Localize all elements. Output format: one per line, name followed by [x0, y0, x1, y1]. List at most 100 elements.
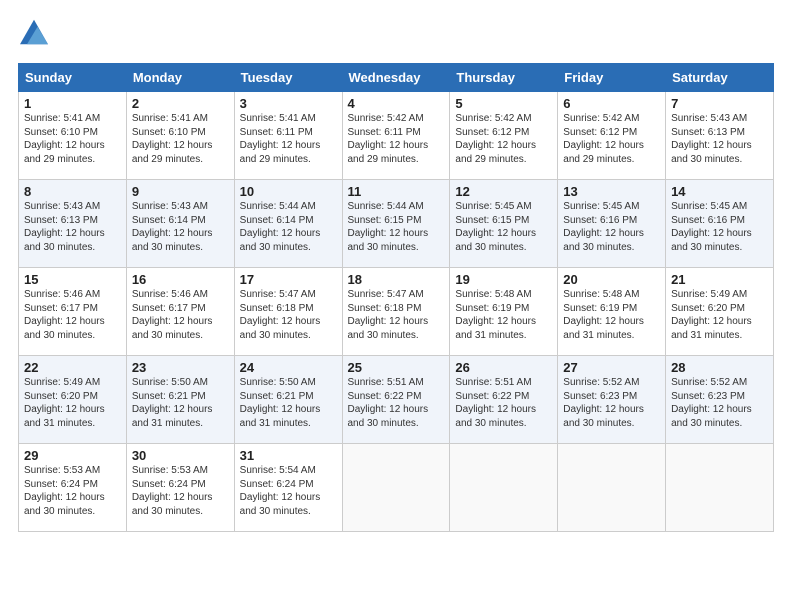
header [18, 18, 774, 51]
table-row: 3Sunrise: 5:41 AMSunset: 6:11 PMDaylight… [234, 92, 342, 180]
table-row: 25Sunrise: 5:51 AMSunset: 6:22 PMDayligh… [342, 356, 450, 444]
day-info: Sunrise: 5:45 AMSunset: 6:15 PMDaylight:… [455, 200, 552, 254]
table-row: 23Sunrise: 5:50 AMSunset: 6:21 PMDayligh… [126, 356, 234, 444]
day-number: 8 [24, 184, 121, 199]
day-info: Sunrise: 5:48 AMSunset: 6:19 PMDaylight:… [455, 288, 552, 342]
table-row: 27Sunrise: 5:52 AMSunset: 6:23 PMDayligh… [558, 356, 666, 444]
day-number: 12 [455, 184, 552, 199]
day-number: 30 [132, 448, 229, 463]
col-friday: Friday [558, 64, 666, 92]
day-number: 26 [455, 360, 552, 375]
day-info: Sunrise: 5:52 AMSunset: 6:23 PMDaylight:… [563, 376, 660, 430]
table-row: 8Sunrise: 5:43 AMSunset: 6:13 PMDaylight… [19, 180, 127, 268]
day-info: Sunrise: 5:47 AMSunset: 6:18 PMDaylight:… [240, 288, 337, 342]
day-info: Sunrise: 5:45 AMSunset: 6:16 PMDaylight:… [671, 200, 768, 254]
logo-icon [20, 18, 48, 46]
table-row: 18Sunrise: 5:47 AMSunset: 6:18 PMDayligh… [342, 268, 450, 356]
day-info: Sunrise: 5:45 AMSunset: 6:16 PMDaylight:… [563, 200, 660, 254]
day-info: Sunrise: 5:51 AMSunset: 6:22 PMDaylight:… [455, 376, 552, 430]
col-wednesday: Wednesday [342, 64, 450, 92]
day-number: 7 [671, 96, 768, 111]
day-info: Sunrise: 5:41 AMSunset: 6:10 PMDaylight:… [24, 112, 121, 166]
table-row: 5Sunrise: 5:42 AMSunset: 6:12 PMDaylight… [450, 92, 558, 180]
day-info: Sunrise: 5:41 AMSunset: 6:10 PMDaylight:… [132, 112, 229, 166]
table-row: 14Sunrise: 5:45 AMSunset: 6:16 PMDayligh… [666, 180, 774, 268]
day-number: 31 [240, 448, 337, 463]
day-number: 1 [24, 96, 121, 111]
table-row: 21Sunrise: 5:49 AMSunset: 6:20 PMDayligh… [666, 268, 774, 356]
table-row: 29Sunrise: 5:53 AMSunset: 6:24 PMDayligh… [19, 444, 127, 532]
day-number: 17 [240, 272, 337, 287]
table-row [450, 444, 558, 532]
table-row: 24Sunrise: 5:50 AMSunset: 6:21 PMDayligh… [234, 356, 342, 444]
calendar-week-row: 15Sunrise: 5:46 AMSunset: 6:17 PMDayligh… [19, 268, 774, 356]
day-info: Sunrise: 5:49 AMSunset: 6:20 PMDaylight:… [24, 376, 121, 430]
table-row: 30Sunrise: 5:53 AMSunset: 6:24 PMDayligh… [126, 444, 234, 532]
day-number: 19 [455, 272, 552, 287]
calendar-week-row: 1Sunrise: 5:41 AMSunset: 6:10 PMDaylight… [19, 92, 774, 180]
col-tuesday: Tuesday [234, 64, 342, 92]
day-number: 15 [24, 272, 121, 287]
table-row: 12Sunrise: 5:45 AMSunset: 6:15 PMDayligh… [450, 180, 558, 268]
main-container: Sunday Monday Tuesday Wednesday Thursday… [0, 0, 792, 542]
day-info: Sunrise: 5:44 AMSunset: 6:14 PMDaylight:… [240, 200, 337, 254]
day-info: Sunrise: 5:43 AMSunset: 6:13 PMDaylight:… [24, 200, 121, 254]
day-number: 16 [132, 272, 229, 287]
day-number: 2 [132, 96, 229, 111]
day-info: Sunrise: 5:53 AMSunset: 6:24 PMDaylight:… [132, 464, 229, 518]
table-row: 7Sunrise: 5:43 AMSunset: 6:13 PMDaylight… [666, 92, 774, 180]
day-number: 24 [240, 360, 337, 375]
table-row: 4Sunrise: 5:42 AMSunset: 6:11 PMDaylight… [342, 92, 450, 180]
day-number: 22 [24, 360, 121, 375]
table-row: 11Sunrise: 5:44 AMSunset: 6:15 PMDayligh… [342, 180, 450, 268]
day-number: 14 [671, 184, 768, 199]
day-info: Sunrise: 5:53 AMSunset: 6:24 PMDaylight:… [24, 464, 121, 518]
day-number: 18 [348, 272, 445, 287]
day-number: 23 [132, 360, 229, 375]
day-info: Sunrise: 5:50 AMSunset: 6:21 PMDaylight:… [240, 376, 337, 430]
day-info: Sunrise: 5:54 AMSunset: 6:24 PMDaylight:… [240, 464, 337, 518]
day-number: 5 [455, 96, 552, 111]
table-row: 15Sunrise: 5:46 AMSunset: 6:17 PMDayligh… [19, 268, 127, 356]
day-info: Sunrise: 5:41 AMSunset: 6:11 PMDaylight:… [240, 112, 337, 166]
day-number: 27 [563, 360, 660, 375]
col-thursday: Thursday [450, 64, 558, 92]
day-number: 3 [240, 96, 337, 111]
day-info: Sunrise: 5:46 AMSunset: 6:17 PMDaylight:… [132, 288, 229, 342]
table-row: 26Sunrise: 5:51 AMSunset: 6:22 PMDayligh… [450, 356, 558, 444]
table-row: 2Sunrise: 5:41 AMSunset: 6:10 PMDaylight… [126, 92, 234, 180]
day-number: 25 [348, 360, 445, 375]
day-info: Sunrise: 5:44 AMSunset: 6:15 PMDaylight:… [348, 200, 445, 254]
day-number: 28 [671, 360, 768, 375]
day-info: Sunrise: 5:43 AMSunset: 6:14 PMDaylight:… [132, 200, 229, 254]
day-info: Sunrise: 5:50 AMSunset: 6:21 PMDaylight:… [132, 376, 229, 430]
calendar-table: Sunday Monday Tuesday Wednesday Thursday… [18, 63, 774, 532]
day-number: 4 [348, 96, 445, 111]
day-number: 11 [348, 184, 445, 199]
col-monday: Monday [126, 64, 234, 92]
calendar-week-row: 8Sunrise: 5:43 AMSunset: 6:13 PMDaylight… [19, 180, 774, 268]
table-row: 6Sunrise: 5:42 AMSunset: 6:12 PMDaylight… [558, 92, 666, 180]
table-row: 10Sunrise: 5:44 AMSunset: 6:14 PMDayligh… [234, 180, 342, 268]
table-row: 31Sunrise: 5:54 AMSunset: 6:24 PMDayligh… [234, 444, 342, 532]
day-info: Sunrise: 5:46 AMSunset: 6:17 PMDaylight:… [24, 288, 121, 342]
day-number: 13 [563, 184, 660, 199]
day-info: Sunrise: 5:51 AMSunset: 6:22 PMDaylight:… [348, 376, 445, 430]
table-row: 9Sunrise: 5:43 AMSunset: 6:14 PMDaylight… [126, 180, 234, 268]
table-row [558, 444, 666, 532]
table-row: 13Sunrise: 5:45 AMSunset: 6:16 PMDayligh… [558, 180, 666, 268]
table-row: 28Sunrise: 5:52 AMSunset: 6:23 PMDayligh… [666, 356, 774, 444]
logo [18, 18, 48, 51]
table-row: 20Sunrise: 5:48 AMSunset: 6:19 PMDayligh… [558, 268, 666, 356]
calendar-header-row: Sunday Monday Tuesday Wednesday Thursday… [19, 64, 774, 92]
table-row [342, 444, 450, 532]
day-info: Sunrise: 5:42 AMSunset: 6:12 PMDaylight:… [563, 112, 660, 166]
col-saturday: Saturday [666, 64, 774, 92]
day-number: 9 [132, 184, 229, 199]
day-info: Sunrise: 5:49 AMSunset: 6:20 PMDaylight:… [671, 288, 768, 342]
table-row: 1Sunrise: 5:41 AMSunset: 6:10 PMDaylight… [19, 92, 127, 180]
day-number: 10 [240, 184, 337, 199]
day-info: Sunrise: 5:52 AMSunset: 6:23 PMDaylight:… [671, 376, 768, 430]
table-row: 17Sunrise: 5:47 AMSunset: 6:18 PMDayligh… [234, 268, 342, 356]
table-row: 16Sunrise: 5:46 AMSunset: 6:17 PMDayligh… [126, 268, 234, 356]
